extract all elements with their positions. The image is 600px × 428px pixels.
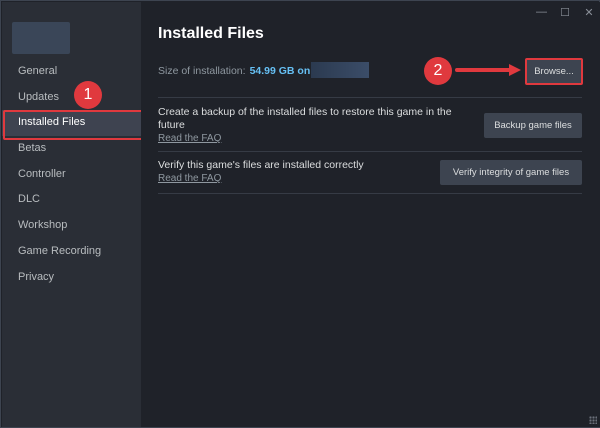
backup-row: Create a backup of the installed files t… bbox=[158, 106, 458, 145]
redacted-drive-name bbox=[311, 62, 369, 78]
divider bbox=[158, 97, 582, 98]
sidebar-item-workshop[interactable]: Workshop bbox=[2, 213, 141, 239]
backup-description: Create a backup of the installed files t… bbox=[158, 106, 452, 131]
main-panel: — ☐ ✕ Installed Files Size of installati… bbox=[141, 2, 600, 427]
size-value: 54.99 GB on bbox=[249, 65, 311, 77]
maximize-icon[interactable]: ☐ bbox=[560, 6, 570, 19]
divider bbox=[158, 151, 582, 152]
backup-game-files-button[interactable]: Backup game files bbox=[484, 113, 582, 138]
resize-grip-icon[interactable] bbox=[589, 416, 597, 424]
sidebar-nav: General Updates Installed Files Betas Co… bbox=[2, 59, 145, 291]
verify-faq-link[interactable]: Read the FAQ bbox=[158, 172, 428, 185]
browse-button[interactable]: Browse... bbox=[525, 58, 583, 85]
sidebar-item-game-recording[interactable]: Game Recording bbox=[2, 239, 141, 265]
verify-integrity-button[interactable]: Verify integrity of game files bbox=[440, 160, 582, 185]
sidebar-item-privacy[interactable]: Privacy bbox=[2, 265, 141, 291]
arrow-icon bbox=[455, 64, 521, 76]
backup-faq-link[interactable]: Read the FAQ bbox=[158, 132, 458, 145]
divider bbox=[158, 193, 582, 194]
sidebar-item-updates[interactable]: Updates bbox=[2, 85, 141, 111]
verify-description: Verify this game's files are installed c… bbox=[158, 159, 364, 171]
sidebar-item-installed-files[interactable]: Installed Files bbox=[2, 110, 145, 140]
installation-size: Size of installation: 54.99 GB on bbox=[158, 65, 310, 77]
sidebar-item-controller[interactable]: Controller bbox=[2, 162, 141, 188]
minimize-icon[interactable]: — bbox=[536, 6, 547, 19]
sidebar-item-betas[interactable]: Betas bbox=[2, 136, 141, 162]
step-badge-1: 1 bbox=[74, 81, 102, 109]
settings-window: General Updates Installed Files Betas Co… bbox=[0, 0, 600, 428]
step-badge-2: 2 bbox=[424, 57, 452, 85]
verify-row: Verify this game's files are installed c… bbox=[158, 159, 428, 185]
size-label: Size of installation: bbox=[158, 65, 246, 77]
sidebar-item-dlc[interactable]: DLC bbox=[2, 187, 141, 213]
sidebar-item-general[interactable]: General bbox=[2, 59, 141, 85]
sidebar: General Updates Installed Files Betas Co… bbox=[2, 2, 145, 427]
close-icon[interactable]: ✕ bbox=[584, 6, 594, 19]
game-thumbnail bbox=[12, 22, 70, 54]
window-controls: — ☐ ✕ bbox=[536, 6, 594, 19]
page-title: Installed Files bbox=[158, 25, 264, 42]
